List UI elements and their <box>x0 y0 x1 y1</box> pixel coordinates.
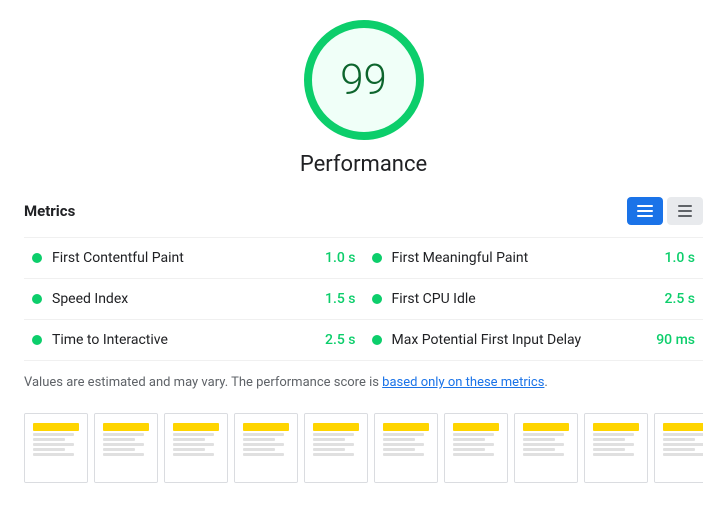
list-view-button[interactable] <box>627 197 663 225</box>
metric-value-fmp: 1.0 s <box>665 250 696 266</box>
score-value: 99 <box>340 56 387 105</box>
filmstrip-thumb-10 <box>654 413 703 483</box>
metric-dot-fmp <box>372 253 382 263</box>
metric-dot-tti <box>32 335 42 345</box>
metric-name-si: Speed Index <box>52 291 317 307</box>
metric-dot-fid <box>372 335 382 345</box>
metric-value-si: 1.5 s <box>325 291 356 307</box>
metric-dot-si <box>32 294 42 304</box>
grid-icon <box>678 205 692 217</box>
disclaimer-text-before: Values are estimated and may vary. The p… <box>24 375 382 390</box>
score-circle: 99 <box>304 20 424 140</box>
filmstrip-thumb-1 <box>24 413 88 483</box>
metric-row-tti: Time to Interactive 2.5 s <box>24 320 364 361</box>
score-section: 99 Performance <box>24 20 703 177</box>
metric-value-fid: 90 ms <box>656 332 695 348</box>
metric-name-fmp: First Meaningful Paint <box>392 250 657 266</box>
filmstrip-thumb-2 <box>94 413 158 483</box>
metric-name-fcp: First Contentful Paint <box>52 250 317 266</box>
list-icon <box>637 205 653 217</box>
filmstrip-thumb-6 <box>374 413 438 483</box>
disclaimer: Values are estimated and may vary. The p… <box>24 373 703 393</box>
metric-name-fci: First CPU Idle <box>392 291 657 307</box>
metric-value-fcp: 1.0 s <box>325 250 356 266</box>
filmstrip-thumb-9 <box>584 413 648 483</box>
metrics-header: Metrics <box>24 197 703 225</box>
metric-dot-fcp <box>32 253 42 263</box>
metric-row-fcp: First Contentful Paint 1.0 s <box>24 238 364 279</box>
metric-name-tti: Time to Interactive <box>52 332 317 348</box>
metric-row-fci: First CPU Idle 2.5 s <box>364 279 704 320</box>
metrics-grid: First Contentful Paint 1.0 s First Meani… <box>24 237 703 361</box>
filmstrip <box>24 409 703 487</box>
metric-row-fid: Max Potential First Input Delay 90 ms <box>364 320 704 361</box>
grid-view-button[interactable] <box>667 197 703 225</box>
metric-name-fid: Max Potential First Input Delay <box>392 332 649 348</box>
filmstrip-thumb-8 <box>514 413 578 483</box>
metric-value-tti: 2.5 s <box>325 332 356 348</box>
filmstrip-thumb-3 <box>164 413 228 483</box>
score-label: Performance <box>300 152 427 177</box>
metric-dot-fci <box>372 294 382 304</box>
metric-row-fmp: First Meaningful Paint 1.0 s <box>364 238 704 279</box>
metrics-title: Metrics <box>24 202 75 220</box>
view-toggle <box>627 197 703 225</box>
filmstrip-thumb-7 <box>444 413 508 483</box>
disclaimer-text-after: . <box>544 375 547 390</box>
filmstrip-thumb-5 <box>304 413 368 483</box>
metric-value-fci: 2.5 s <box>665 291 696 307</box>
filmstrip-thumb-4 <box>234 413 298 483</box>
disclaimer-link[interactable]: based only on these metrics <box>382 375 544 390</box>
metric-row-si: Speed Index 1.5 s <box>24 279 364 320</box>
